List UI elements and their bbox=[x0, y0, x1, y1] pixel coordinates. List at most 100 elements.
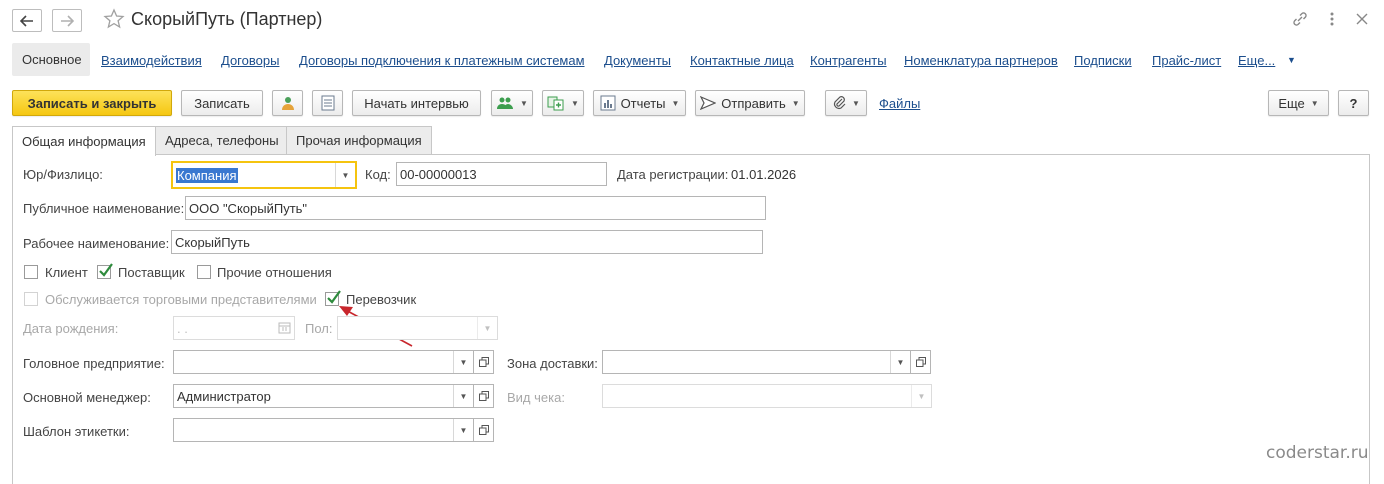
delivery-zone-label: Зона доставки: bbox=[507, 356, 598, 371]
legal-type-select[interactable]: Компания ▼ bbox=[171, 161, 357, 189]
users-icon bbox=[497, 97, 514, 109]
copy-green-icon bbox=[547, 96, 564, 111]
files-link[interactable]: Файлы bbox=[879, 96, 920, 111]
delivery-zone-field[interactable]: ▼ bbox=[602, 350, 911, 374]
main-manager-open-button[interactable] bbox=[474, 384, 494, 408]
panel-link-more[interactable]: Еще... bbox=[1238, 53, 1275, 68]
help-button[interactable]: ? bbox=[1338, 90, 1369, 116]
panel-link-contracts[interactable]: Договоры bbox=[221, 53, 279, 68]
panel-more-chevron-icon: ▼ bbox=[1287, 55, 1296, 65]
tab-addresses[interactable]: Адреса, телефоны bbox=[155, 126, 289, 154]
back-button[interactable] bbox=[12, 9, 42, 32]
create-based-on-button[interactable]: ▼ bbox=[542, 90, 584, 116]
start-interview-button[interactable]: Начать интервью bbox=[352, 90, 481, 116]
chevron-down-icon: ▼ bbox=[520, 98, 528, 108]
more-vertical-icon[interactable] bbox=[1323, 10, 1341, 28]
head-company-open-button[interactable] bbox=[474, 350, 494, 374]
panel-link-interactions[interactable]: Взаимодействия bbox=[101, 53, 202, 68]
panel-link-price-list[interactable]: Прайс-лист bbox=[1152, 53, 1221, 68]
tab-general-label: Общая информация bbox=[22, 134, 146, 149]
save-and-close-button[interactable]: Записать и закрыть bbox=[12, 90, 172, 116]
delivery-zone-open-button[interactable] bbox=[911, 350, 931, 374]
report-icon bbox=[600, 95, 616, 111]
code-field[interactable]: 00-00000013 bbox=[396, 162, 607, 186]
public-name-label: Публичное наименование: bbox=[23, 201, 185, 216]
reports-button[interactable]: Отчеты ▼ bbox=[593, 90, 686, 116]
users-menu-button[interactable]: ▼ bbox=[491, 90, 533, 116]
code-label: Код: bbox=[365, 167, 391, 182]
label-template-label: Шаблон этикетки: bbox=[23, 424, 130, 439]
tab-other-label: Прочая информация bbox=[296, 133, 422, 148]
supplier-checkbox[interactable] bbox=[97, 263, 113, 279]
open-window-icon bbox=[915, 357, 926, 367]
send-icon bbox=[700, 96, 717, 110]
save-button[interactable]: Записать bbox=[181, 90, 263, 116]
gender-label: Пол: bbox=[305, 321, 333, 336]
other-relations-checkbox[interactable] bbox=[197, 265, 211, 279]
panel-tab-main[interactable]: Основное bbox=[12, 43, 90, 76]
sales-rep-checkbox bbox=[24, 292, 38, 306]
open-window-icon bbox=[478, 391, 489, 401]
main-manager-field[interactable]: Администратор ▼ bbox=[173, 384, 474, 408]
supplier-label: Поставщик bbox=[118, 265, 185, 280]
open-window-icon bbox=[478, 357, 489, 367]
attachments-button[interactable]: ▼ bbox=[825, 90, 867, 116]
panel-link-contacts[interactable]: Контактные лица bbox=[690, 53, 794, 68]
tab-general[interactable]: Общая информация bbox=[12, 126, 156, 156]
legal-type-label: Юр/Физлицо: bbox=[23, 167, 103, 182]
gender-select: ▼ bbox=[337, 316, 498, 340]
panel-link-subscriptions[interactable]: Подписки bbox=[1074, 53, 1132, 68]
registration-date-value: 01.01.2026 bbox=[731, 167, 797, 182]
chevron-down-icon[interactable]: ▼ bbox=[453, 351, 473, 373]
document-icon bbox=[321, 95, 334, 111]
more-actions-button[interactable]: Еще ▼ bbox=[1268, 90, 1329, 116]
chevron-down-icon[interactable]: ▼ bbox=[335, 163, 355, 187]
arrow-right-icon bbox=[61, 14, 74, 27]
label-template-field[interactable]: ▼ bbox=[173, 418, 474, 442]
favorite-star-icon[interactable] bbox=[103, 8, 125, 33]
main-manager-label: Основной менеджер: bbox=[23, 390, 151, 405]
receipt-type-label: Вид чека: bbox=[507, 390, 565, 405]
chevron-down-icon: ▼ bbox=[852, 98, 860, 108]
user-card-button[interactable] bbox=[272, 90, 303, 116]
public-name-value: ООО "СкорыйПуть" bbox=[189, 200, 308, 216]
birth-date-label: Дата рождения: bbox=[23, 321, 119, 336]
chevron-down-icon: ▼ bbox=[571, 98, 579, 108]
legal-type-value: Компания bbox=[176, 167, 238, 183]
send-label: Отправить bbox=[721, 95, 786, 111]
head-company-field[interactable]: ▼ bbox=[173, 350, 474, 374]
working-name-field[interactable]: СкорыйПуть bbox=[171, 230, 763, 254]
send-button[interactable]: Отправить ▼ bbox=[695, 90, 805, 116]
panel-link-counterparties[interactable]: Контрагенты bbox=[810, 53, 887, 68]
forward-button[interactable] bbox=[52, 9, 82, 32]
head-company-label: Головное предприятие: bbox=[23, 356, 165, 371]
window-title: СкорыйПуть (Партнер) bbox=[131, 9, 323, 29]
more-actions-label: Еще bbox=[1278, 95, 1305, 111]
other-relations-label: Прочие отношения bbox=[217, 265, 332, 280]
tab-other[interactable]: Прочая информация bbox=[286, 126, 432, 154]
sales-rep-label: Обслуживается торговыми представителями bbox=[45, 292, 317, 307]
chevron-down-icon: ▼ bbox=[1310, 98, 1319, 108]
chevron-down-icon[interactable]: ▼ bbox=[453, 419, 473, 441]
close-icon[interactable] bbox=[1353, 10, 1371, 28]
chevron-down-icon[interactable]: ▼ bbox=[890, 351, 910, 373]
calendar-icon bbox=[278, 322, 291, 334]
receipt-type-select: ▼ bbox=[602, 384, 932, 408]
checkmark-icon bbox=[99, 263, 113, 277]
chevron-down-icon[interactable]: ▼ bbox=[453, 385, 473, 407]
public-name-field[interactable]: ООО "СкорыйПуть" bbox=[185, 196, 766, 220]
registration-date-label: Дата регистрации: bbox=[617, 167, 729, 182]
panel-link-documents[interactable]: Документы bbox=[604, 53, 671, 68]
client-checkbox[interactable] bbox=[24, 265, 38, 279]
open-window-icon bbox=[478, 425, 489, 435]
label-template-open-button[interactable] bbox=[474, 418, 494, 442]
paperclip-icon bbox=[834, 96, 846, 110]
document-list-button[interactable] bbox=[312, 90, 343, 116]
panel-link-payment-contracts[interactable]: Договоры подключения к платежным система… bbox=[299, 53, 585, 68]
birth-date-value: . . bbox=[177, 320, 188, 336]
panel-link-partner-items[interactable]: Номенклатура партнеров bbox=[904, 53, 1058, 68]
link-icon[interactable] bbox=[1291, 10, 1309, 28]
main-manager-value: Администратор bbox=[177, 388, 271, 404]
code-value: 00-00000013 bbox=[400, 166, 477, 182]
chevron-down-icon: ▼ bbox=[911, 385, 931, 407]
